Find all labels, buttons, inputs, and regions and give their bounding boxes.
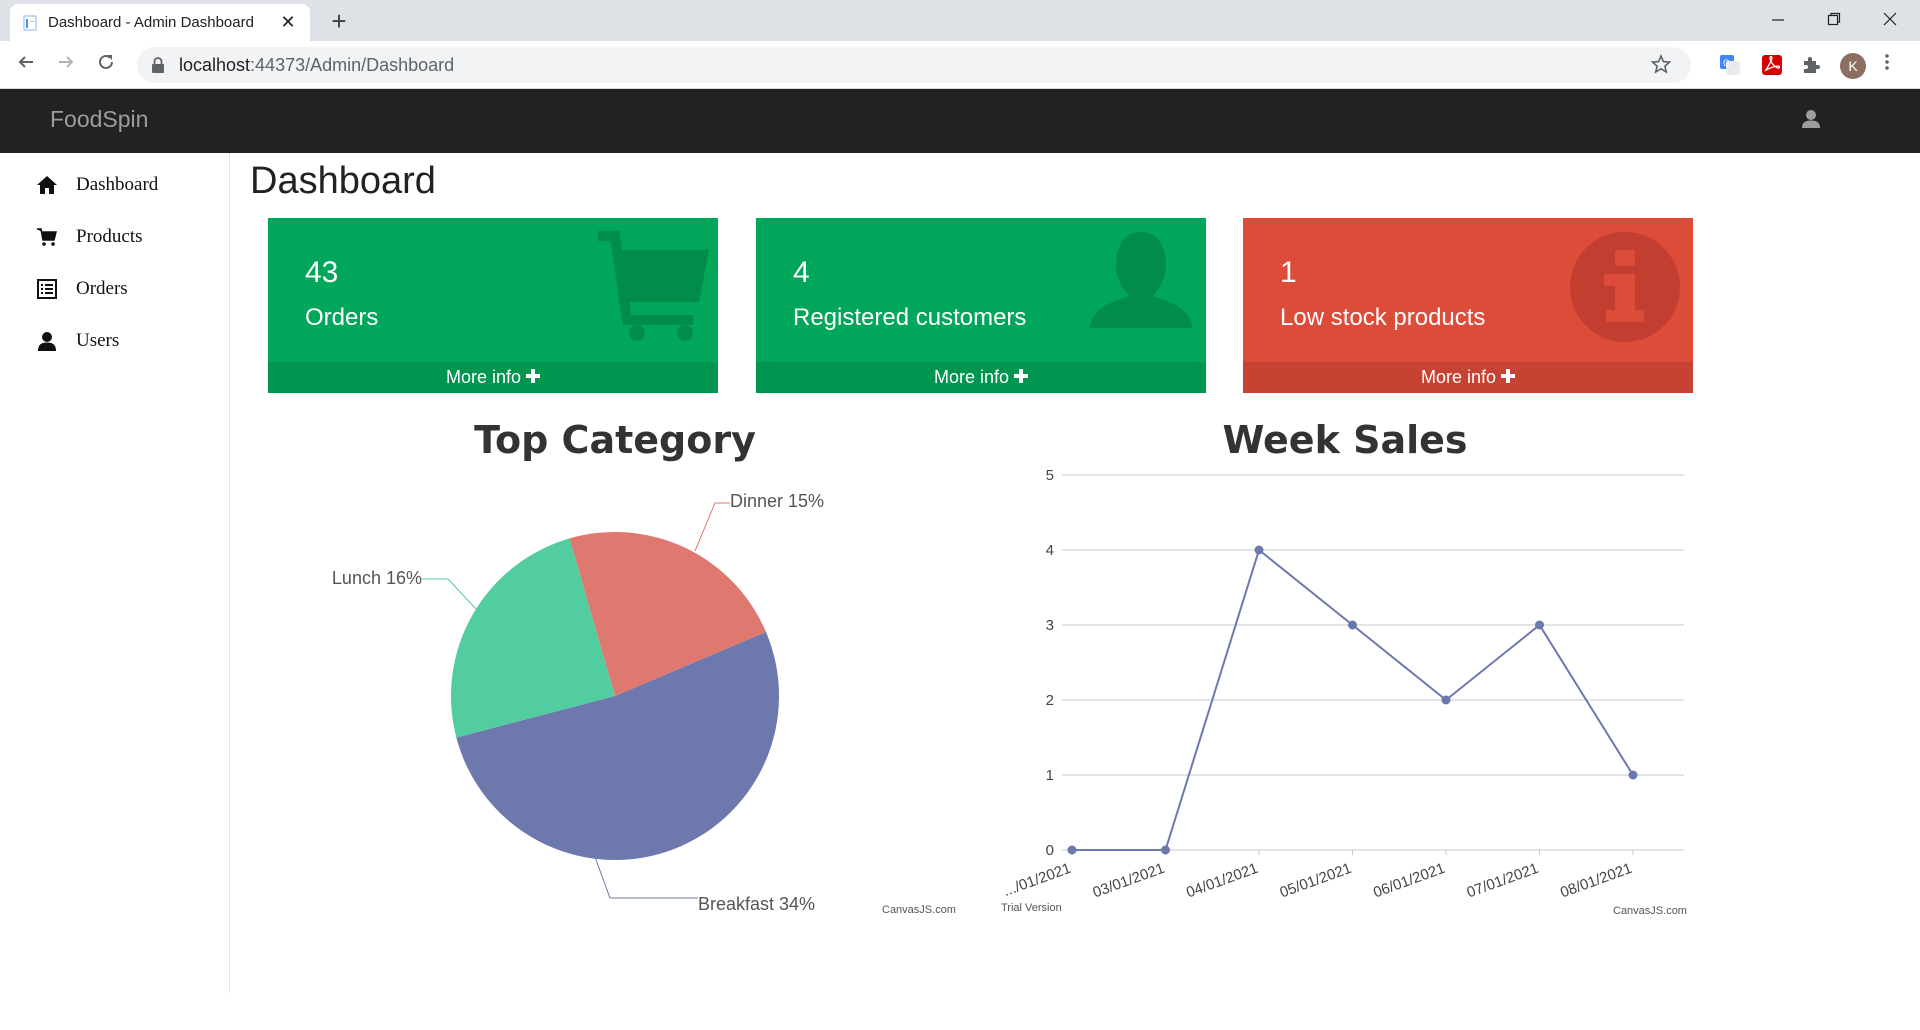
new-tab-button[interactable]: + [325, 7, 353, 35]
pie-chart: Breakfast 34% Lunch 16% Dinner 15% [332, 491, 824, 914]
sidebar-item-label: Users [76, 330, 120, 351]
more-info-link[interactable]: More info [268, 362, 718, 393]
sidebar-item-orders[interactable]: Orders [36, 274, 128, 304]
orders-stat-box: 43 Orders More info [268, 218, 718, 393]
sidebar-item-products[interactable]: Products [36, 222, 143, 252]
line-chart: 0 1 2 3 4 5 .../01/2021 03/01/2021 04/01/2021 05/… [1001, 467, 1684, 902]
page-title: Dashboard [250, 160, 436, 202]
x-tick-label: 05/01/2021 [1278, 860, 1354, 902]
sidebar: Dashboard Products Orders Users [0, 153, 230, 993]
minimize-icon[interactable] [1758, 6, 1798, 34]
forward-icon[interactable] [52, 51, 80, 79]
cart-icon [37, 228, 57, 246]
pie-slice-label: Lunch 16% [332, 568, 422, 588]
stat-label: Orders [305, 304, 379, 331]
reload-icon[interactable] [92, 51, 120, 79]
tab-title: Dashboard - Admin Dashboard [48, 14, 254, 31]
x-tick-label: 07/01/2021 [1465, 860, 1541, 902]
address-bar[interactable]: localhost:44373/Admin/Dashboard [137, 47, 1691, 83]
extensions-puzzle-icon[interactable] [1800, 53, 1824, 77]
translate-extension-icon[interactable]: G [1718, 53, 1742, 77]
customers-stat-box: 4 Registered customers More info [756, 218, 1206, 393]
sidebar-item-label: Orders [76, 278, 128, 299]
close-window-icon[interactable] [1870, 6, 1910, 34]
x-tick-label: 08/01/2021 [1558, 860, 1634, 902]
line-chart-title: Week Sales [1222, 418, 1468, 462]
pie-slice-label: Dinner 15% [730, 491, 824, 511]
pdf-extension-icon[interactable] [1760, 53, 1784, 77]
y-tick-label: 2 [1046, 692, 1054, 709]
close-tab-icon[interactable]: ✕ [278, 12, 298, 33]
url-text: localhost:44373/Admin/Dashboard [179, 54, 455, 75]
chart-credit: CanvasJS.com [1613, 905, 1687, 917]
data-point [1628, 770, 1638, 780]
list-icon [37, 279, 57, 299]
data-point [1254, 545, 1264, 555]
pie-chart-title: Top Category [474, 418, 756, 462]
x-tick-label: 04/01/2021 [1184, 860, 1260, 902]
user-icon [38, 332, 56, 351]
y-tick-label: 5 [1046, 467, 1054, 484]
user-icon [1089, 232, 1193, 328]
brand-logo[interactable]: FoodSpin [50, 106, 148, 133]
bookmark-star-icon[interactable] [1651, 54, 1671, 74]
cart-icon [598, 231, 709, 341]
data-point [1348, 620, 1357, 630]
sidebar-item-dashboard[interactable]: Dashboard [36, 170, 158, 200]
more-info-link[interactable]: More info [756, 362, 1206, 393]
stat-label: Registered customers [793, 304, 1027, 331]
y-tick-label: 1 [1046, 767, 1054, 784]
plus-icon [526, 369, 541, 383]
plus-icon [1501, 369, 1516, 383]
y-tick-label: 0 [1046, 842, 1054, 859]
pie-label-connector [694, 502, 730, 552]
sidebar-item-label: Products [76, 226, 143, 247]
back-icon[interactable] [12, 51, 40, 79]
chart-credit: CanvasJS.com [882, 904, 956, 916]
profile-avatar[interactable]: K [1840, 53, 1866, 79]
stat-value: 4 [793, 256, 810, 289]
data-point [1161, 845, 1170, 855]
data-point [1067, 845, 1077, 855]
stat-label: Low stock products [1280, 304, 1486, 331]
browser-tab-strip: Dashboard - Admin Dashboard ✕ + [0, 0, 1920, 41]
data-point [1535, 620, 1544, 630]
data-point [1441, 695, 1451, 705]
y-tick-label: 4 [1046, 542, 1054, 559]
app-navbar: FoodSpin [0, 89, 1920, 153]
home-icon [37, 176, 57, 194]
plus-icon [1014, 369, 1029, 383]
pie-slice-label: Breakfast 34% [698, 894, 815, 914]
low-stock-stat-box: 1 Low stock products More info [1243, 218, 1693, 393]
browser-toolbar: localhost:44373/Admin/Dashboard G [0, 41, 1920, 89]
more-info-link[interactable]: More info [1243, 362, 1693, 393]
sidebar-item-label: Dashboard [76, 174, 159, 195]
y-tick-label: 3 [1046, 617, 1054, 634]
page-icon [23, 15, 37, 30]
x-tick-label: 03/01/2021 [1091, 860, 1167, 902]
x-tick-label: 06/01/2021 [1371, 860, 1447, 902]
info-icon [1570, 232, 1680, 342]
stat-value: 1 [1280, 256, 1297, 289]
user-menu-icon[interactable] [1801, 109, 1821, 129]
pie-label-connector [422, 578, 478, 611]
trial-version-label: Trial Version [1001, 902, 1062, 914]
browser-tab[interactable]: Dashboard - Admin Dashboard ✕ [10, 4, 310, 41]
lock-icon [152, 57, 164, 73]
x-tick-label: .../01/2021 [1001, 860, 1073, 900]
browser-menu-icon[interactable] [1884, 52, 1890, 72]
pie-label-connector [594, 856, 698, 899]
sidebar-item-users[interactable]: Users [36, 326, 119, 356]
restore-icon[interactable] [1814, 6, 1854, 34]
svg-text:G: G [1723, 58, 1730, 68]
stat-value: 43 [305, 256, 339, 289]
